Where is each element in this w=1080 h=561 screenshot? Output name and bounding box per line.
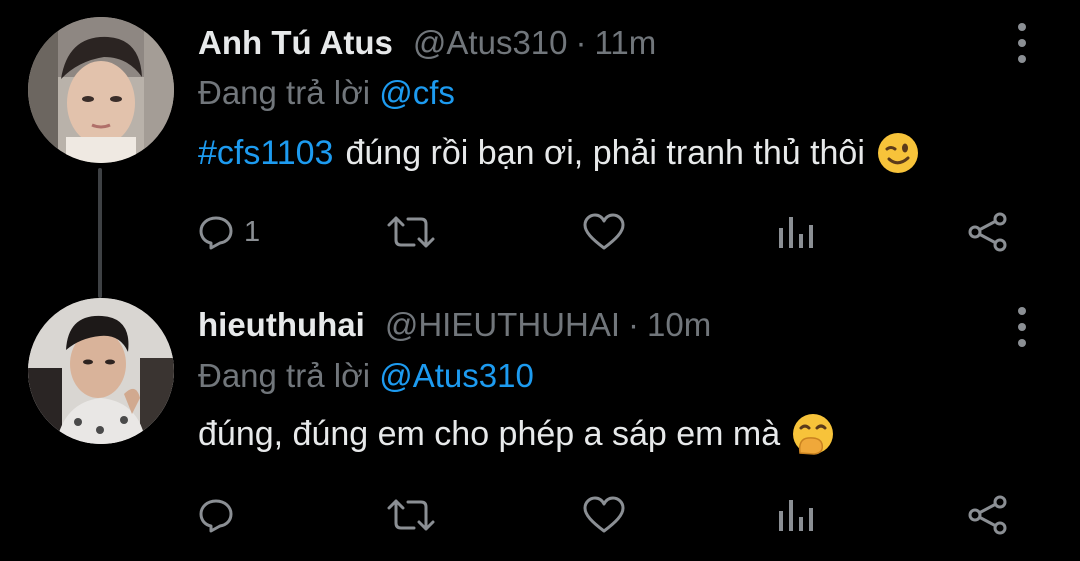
more-options-icon[interactable]	[1010, 23, 1034, 63]
tweet-body: đúng, đúng em cho phép a sáp em mà	[198, 414, 781, 453]
avatar[interactable]	[28, 17, 174, 163]
more-options-icon[interactable]	[1010, 307, 1034, 347]
reply-button[interactable]	[198, 490, 244, 540]
tweet-header: Anh Tú Atus @Atus310 · 11m	[198, 24, 656, 62]
display-name[interactable]: Anh Tú Atus	[198, 24, 393, 62]
share-icon	[968, 495, 1007, 535]
timestamp[interactable]: 10m	[647, 306, 711, 344]
retweet-icon	[387, 216, 435, 248]
tweet-header: hieuthuhai @HIEUTHUHAI · 10m	[198, 306, 711, 344]
reply-button[interactable]: 1	[198, 207, 260, 257]
tweet-actions	[0, 490, 1080, 540]
tweet[interactable]: hieuthuhai @HIEUTHUHAI · 10m Đang trả lờ…	[0, 285, 1080, 561]
mention-link[interactable]: @Atus310	[379, 357, 534, 394]
bar-chart-icon	[779, 217, 813, 248]
face-with-hand-over-mouth-emoji-icon	[792, 413, 834, 455]
reply-icon	[199, 499, 233, 533]
winking-face-emoji-icon	[877, 132, 919, 174]
user-handle[interactable]: @HIEUTHUHAI	[385, 306, 620, 344]
views-button[interactable]	[776, 490, 816, 540]
separator-dot: ·	[628, 306, 640, 343]
mention-link[interactable]: @cfs	[379, 74, 455, 111]
like-button[interactable]	[582, 207, 626, 257]
reply-thread: Anh Tú Atus @Atus310 · 11m Đang trả lời …	[0, 0, 1080, 561]
like-button[interactable]	[582, 490, 626, 540]
heart-icon	[583, 496, 625, 533]
retweet-button[interactable]	[386, 490, 436, 540]
timestamp[interactable]: 11m	[595, 24, 657, 62]
replying-to-label: Đang trả lời	[198, 74, 371, 111]
tweet-text: đúng, đúng em cho phép a sáp em mà	[198, 413, 834, 455]
share-button[interactable]	[966, 207, 1010, 257]
tweet-actions: 1	[0, 207, 1080, 257]
share-icon	[968, 212, 1007, 252]
replying-to-label: Đang trả lời	[198, 357, 371, 394]
replying-to: Đang trả lời @Atus310	[198, 357, 534, 395]
reply-count: 1	[244, 215, 261, 248]
separator-dot: ·	[575, 24, 587, 61]
hashtag-link[interactable]: #cfs1103	[198, 134, 333, 173]
views-button[interactable]	[776, 207, 816, 257]
replying-to: Đang trả lời @cfs	[198, 74, 455, 112]
tweet[interactable]: Anh Tú Atus @Atus310 · 11m Đang trả lời …	[0, 0, 1080, 298]
avatar[interactable]	[28, 298, 174, 444]
reply-icon	[199, 216, 233, 250]
user-handle[interactable]: @Atus310	[413, 24, 568, 62]
retweet-button[interactable]	[386, 207, 436, 257]
heart-icon	[583, 213, 625, 250]
share-button[interactable]	[966, 490, 1010, 540]
bar-chart-icon	[779, 500, 813, 531]
tweet-text: #cfs1103 đúng rồi bạn ơi, phải tranh thủ…	[198, 132, 919, 174]
tweet-body: đúng rồi bạn ơi, phải tranh thủ thôi	[345, 133, 865, 172]
retweet-icon	[387, 499, 435, 531]
display-name[interactable]: hieuthuhai	[198, 306, 365, 344]
